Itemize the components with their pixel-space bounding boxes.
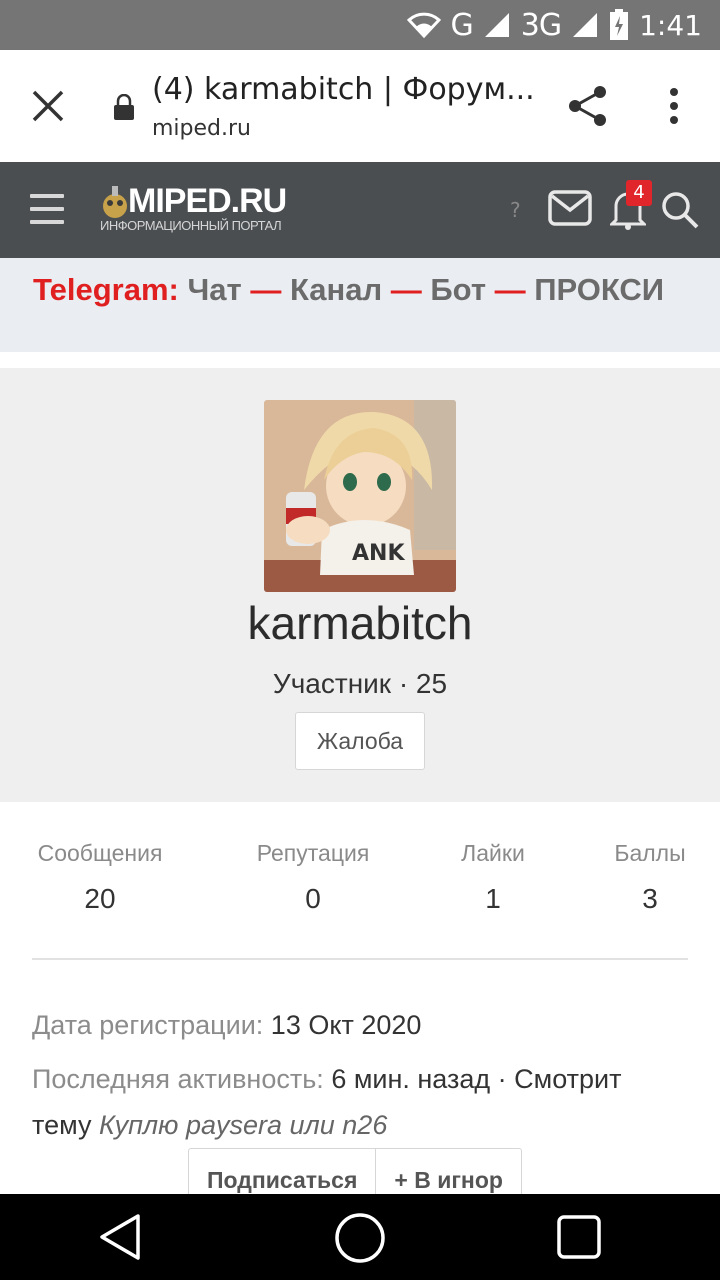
home-icon[interactable] <box>334 1212 386 1264</box>
stat-likes[interactable]: Лайки 1 <box>452 840 534 915</box>
profile-stats: Сообщения 20 Репутация 0 Лайки 1 Баллы 3 <box>32 840 688 920</box>
network-type-g: G <box>450 7 474 43</box>
profile-header: ANK karmabitch Участник · 25 Жалоба <box>0 368 720 802</box>
stat-label: Репутация <box>256 840 370 866</box>
status-bar: G 3G 1:41 <box>0 0 720 50</box>
stat-value: 0 <box>305 883 321 914</box>
system-nav-bar <box>0 1194 720 1280</box>
registration-label: Дата регистрации: <box>32 1010 264 1040</box>
last-activity-value: 6 мин. назад · Смотрит <box>331 1064 622 1094</box>
site-logo[interactable]: MIPED.RU ИНФОРМАЦИОННЫЙ ПОРТАЛ <box>98 182 308 242</box>
stat-value: 1 <box>485 883 501 914</box>
username: karmabitch <box>247 597 473 649</box>
battery-charging-icon <box>610 9 629 40</box>
more-vert-icon[interactable] <box>660 86 688 126</box>
telegram-label: Telegram: <box>33 272 179 307</box>
stat-value: 3 <box>642 883 658 914</box>
clock: 1:41 <box>639 8 702 42</box>
registration-date: 13 Окт 2020 <box>270 1010 422 1040</box>
svg-text:ANK: ANK <box>352 541 405 566</box>
wifi-icon <box>406 12 441 38</box>
share-icon[interactable] <box>566 84 610 128</box>
alerts-badge: 4 <box>626 180 652 206</box>
stat-points[interactable]: Баллы 3 <box>612 840 688 915</box>
telegram-link-chat[interactable]: Чат <box>187 272 241 307</box>
stat-label: Баллы <box>614 840 686 866</box>
stat-label: Лайки <box>461 840 525 866</box>
telegram-separator: — <box>382 272 431 307</box>
divider <box>32 958 688 960</box>
recents-icon[interactable] <box>556 1214 602 1260</box>
menu-icon[interactable] <box>30 194 64 224</box>
logo-mark-icon <box>103 186 127 218</box>
viewing-thread-link[interactable]: Куплю paysera или n26 <box>99 1110 387 1140</box>
avatar[interactable]: ANK <box>264 400 456 592</box>
signal-icon <box>484 13 509 37</box>
telegram-separator: — <box>486 272 535 307</box>
registration-info: Дата регистрации: 13 Окт 2020 <box>32 1002 692 1048</box>
last-activity-cont: тему <box>32 1110 92 1140</box>
back-icon[interactable] <box>98 1212 142 1262</box>
signal-icon-2 <box>573 13 598 37</box>
browser-toolbar: (4) karmabitch | Форум... miped.ru <box>0 50 720 162</box>
close-icon[interactable] <box>30 88 66 124</box>
lock-icon <box>114 94 134 120</box>
page-title: (4) karmabitch | Форум... <box>152 72 535 107</box>
telegram-bar: Telegram: Чат — Канал — Бот — ПРОКСИ <box>0 258 720 352</box>
telegram-link-channel[interactable]: Канал <box>290 272 382 307</box>
logo-name: MIPED.RU <box>128 182 287 220</box>
stat-reputation[interactable]: Репутация 0 <box>250 840 376 915</box>
network-type-3g: 3G <box>520 7 562 43</box>
stat-label: Сообщения <box>37 840 163 866</box>
user-role: Участник · 25 <box>272 668 448 699</box>
search-icon[interactable] <box>660 190 700 230</box>
site-header: MIPED.RU ИНФОРМАЦИОННЫЙ ПОРТАЛ ? 4 <box>0 162 720 258</box>
telegram-link-proxy[interactable]: ПРОКСИ <box>534 272 664 307</box>
telegram-separator: — <box>241 272 290 307</box>
last-activity-label: Последняя активность: <box>32 1064 324 1094</box>
mail-icon[interactable] <box>548 190 592 226</box>
url-text[interactable]: miped.ru <box>152 116 251 141</box>
logo-subtitle: ИНФОРМАЦИОННЫЙ ПОРТАЛ <box>100 218 282 233</box>
report-button[interactable]: Жалоба <box>295 712 425 770</box>
telegram-link-bot[interactable]: Бот <box>430 272 486 307</box>
stat-value: 20 <box>84 883 116 914</box>
stat-messages[interactable]: Сообщения 20 <box>32 840 168 915</box>
last-activity-info: Последняя активность: 6 мин. назад · Смо… <box>32 1056 692 1148</box>
help-mark[interactable]: ? <box>510 198 521 222</box>
